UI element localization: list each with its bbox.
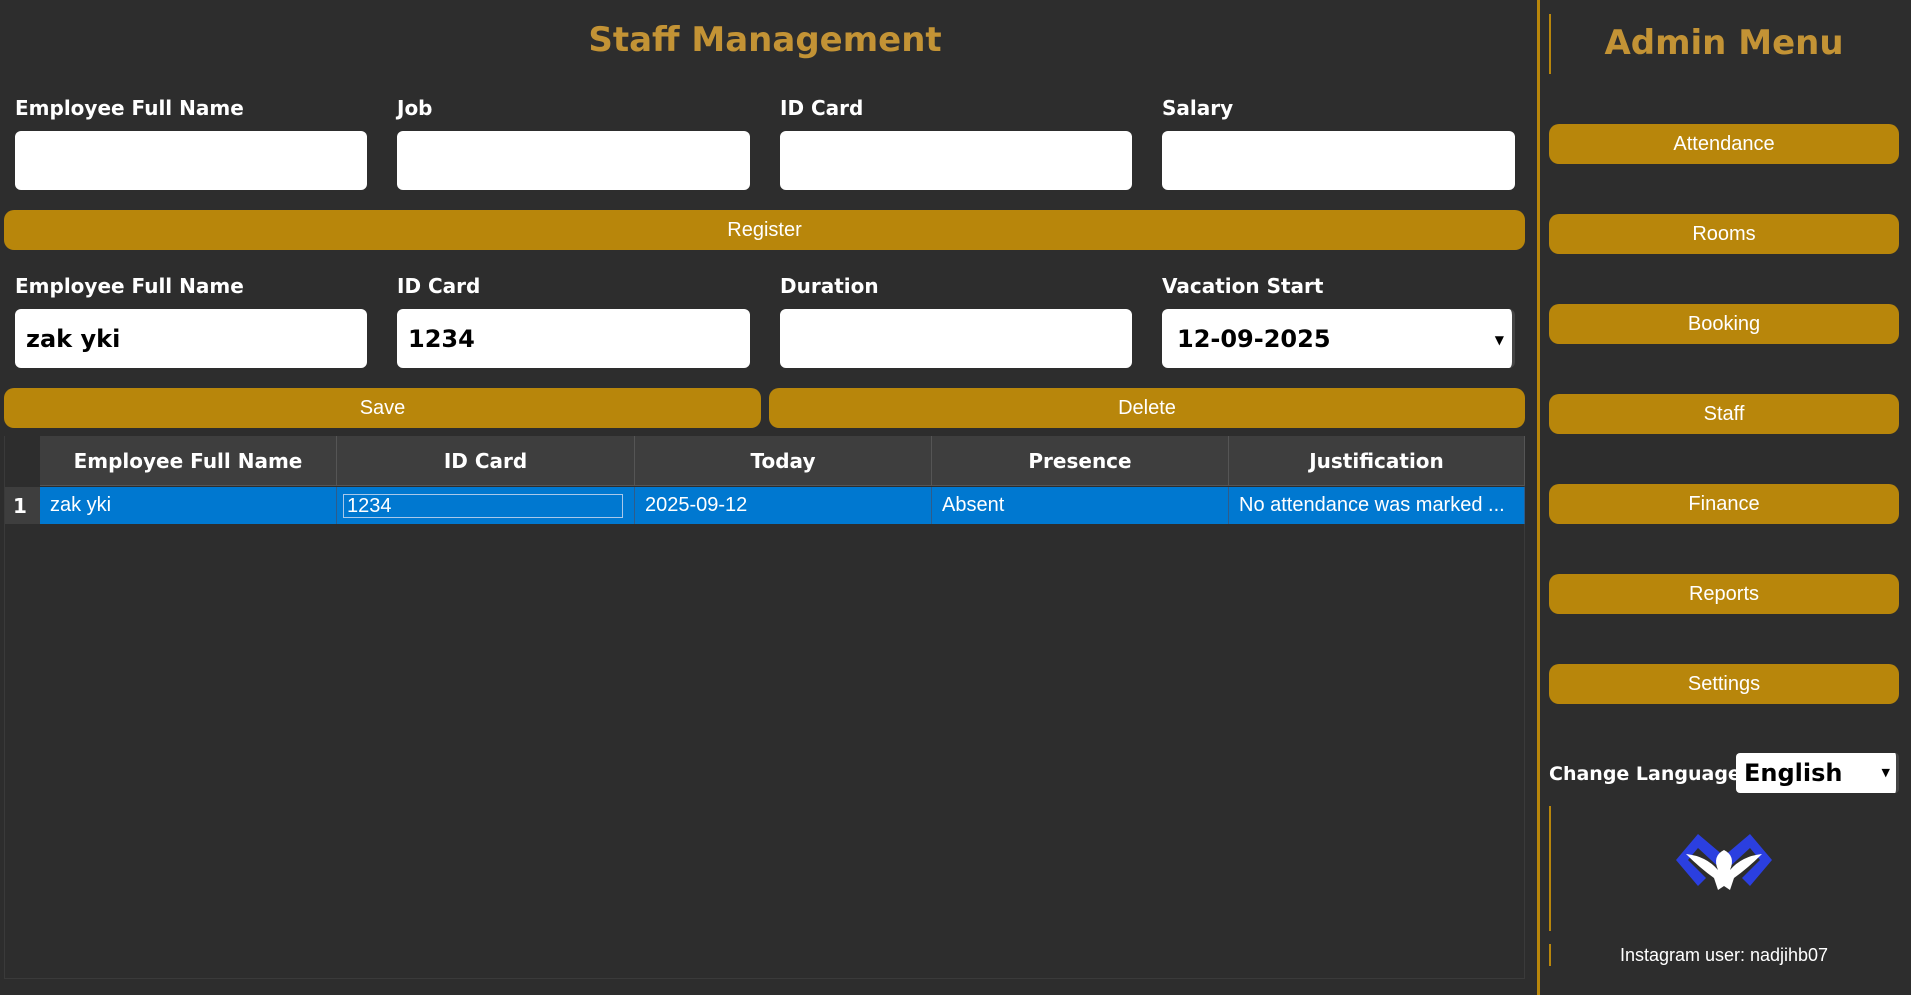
table-cell-justification[interactable]: No attendance was marked ...: [1229, 487, 1525, 524]
register-idcard-label: ID Card: [780, 96, 864, 120]
sidebar-title: Admin Menu: [1604, 23, 1844, 63]
language-select-value: English: [1744, 759, 1843, 787]
vacation-start-date-picker[interactable]: 12-09-2025 ▼: [1162, 309, 1515, 368]
change-language-label: Change Language: [1549, 763, 1741, 785]
vacation-name-input[interactable]: zak yki: [15, 309, 367, 368]
register-name-label: Employee Full Name: [15, 96, 244, 120]
table-cell-idcard[interactable]: 1234: [337, 487, 635, 524]
column-header-justification[interactable]: Justification: [1229, 436, 1525, 486]
language-select[interactable]: English ▼: [1736, 753, 1899, 793]
sidebar-item-attendance[interactable]: Attendance: [1549, 124, 1899, 164]
table-cell-today[interactable]: 2025-09-12: [635, 487, 932, 524]
vacation-start-label: Vacation Start: [1162, 274, 1324, 298]
register-job-label: Job: [397, 96, 433, 120]
vacation-duration-label: Duration: [780, 274, 879, 298]
eagle-logo-icon: [1672, 826, 1776, 898]
sidebar-item-staff[interactable]: Staff: [1549, 394, 1899, 434]
register-button[interactable]: Register: [4, 210, 1525, 250]
chevron-down-icon[interactable]: ▼: [1882, 766, 1890, 779]
vacation-idcard-label: ID Card: [397, 274, 481, 298]
column-header-today[interactable]: Today: [635, 436, 932, 486]
column-header-idcard[interactable]: ID Card: [337, 436, 635, 486]
sidebar-item-booking[interactable]: Booking: [1549, 304, 1899, 344]
page-title: Staff Management: [588, 20, 942, 60]
table-cell-name[interactable]: zak yki: [40, 487, 337, 524]
sidebar-item-finance[interactable]: Finance: [1549, 484, 1899, 524]
save-button[interactable]: Save: [4, 388, 761, 428]
sidebar-item-settings[interactable]: Settings: [1549, 664, 1899, 704]
row-index[interactable]: 1: [5, 487, 40, 524]
register-job-input[interactable]: [397, 131, 750, 190]
chevron-down-icon[interactable]: ▼: [1495, 333, 1504, 347]
table-cell-idcard-editor[interactable]: 1234: [343, 493, 623, 518]
register-salary-label: Salary: [1162, 96, 1234, 120]
vacation-name-label: Employee Full Name: [15, 274, 244, 298]
sidebar-divider: [1537, 0, 1540, 995]
column-header-presence[interactable]: Presence: [932, 436, 1229, 486]
table-corner: [5, 436, 41, 486]
sidebar-item-rooms[interactable]: Rooms: [1549, 214, 1899, 254]
sidebar-item-reports[interactable]: Reports: [1549, 574, 1899, 614]
vacation-duration-input[interactable]: [780, 309, 1132, 368]
register-salary-input[interactable]: [1162, 131, 1515, 190]
vacation-idcard-input[interactable]: 1234: [397, 309, 750, 368]
sidebar-inner-line-middle: [1549, 806, 1551, 931]
column-header-name[interactable]: Employee Full Name: [40, 436, 337, 486]
instagram-footer: Instagram user: nadjihb07: [1619, 945, 1829, 965]
register-idcard-input[interactable]: [780, 131, 1132, 190]
table-cell-presence[interactable]: Absent: [932, 487, 1229, 524]
delete-button[interactable]: Delete: [769, 388, 1525, 428]
vacation-start-date-value: 12-09-2025: [1177, 324, 1331, 353]
register-name-input[interactable]: [15, 131, 367, 190]
